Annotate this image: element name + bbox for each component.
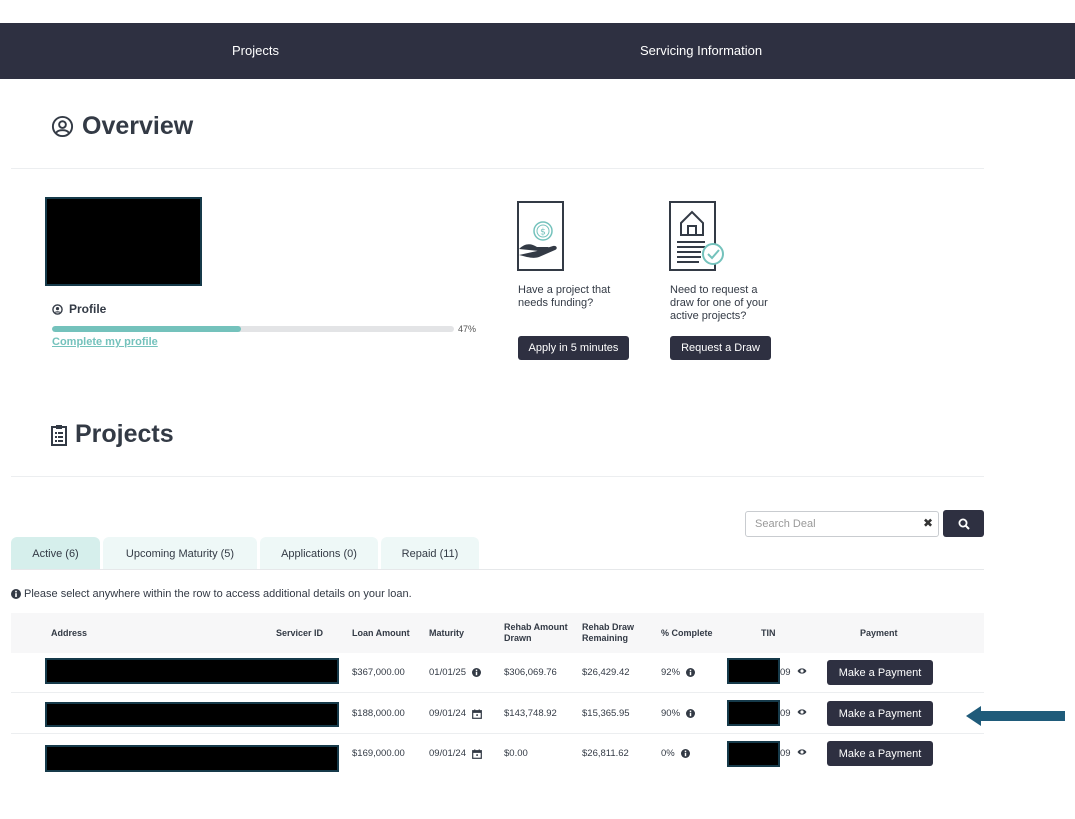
info-circle-icon: [11, 589, 21, 599]
project-tabs: Active (6) Upcoming Maturity (5) Applica…: [11, 537, 482, 570]
user-circle-icon: [52, 303, 63, 315]
rehab-drawn-cell: $306,069.76: [504, 667, 557, 678]
tin-tail: 09: [780, 748, 791, 759]
house-document-check-icon: [669, 201, 724, 271]
table-header: Address Servicer ID Loan Amount Maturity…: [11, 613, 984, 653]
overview-title: Overview: [82, 112, 194, 140]
info-icon[interactable]: [686, 709, 696, 718]
redacted-address: [45, 702, 339, 727]
nav-projects-link[interactable]: Projects: [232, 23, 279, 79]
maturity-cell: 01/01/25: [429, 667, 481, 678]
pct-complete-cell: 90%: [661, 708, 696, 719]
tin-tail: 09: [780, 667, 791, 678]
funding-card-text: Have a project that needs funding?: [518, 284, 611, 309]
maturity-cell: 09/01/24: [429, 748, 482, 759]
eye-icon[interactable]: [797, 667, 807, 675]
pct-complete-value: 92%: [661, 667, 681, 678]
tab-upcoming-maturity[interactable]: Upcoming Maturity (5): [103, 537, 257, 570]
loan-amount-cell: $188,000.00: [352, 708, 405, 719]
svg-text:$: $: [540, 228, 546, 238]
apply-button[interactable]: Apply in 5 minutes: [518, 336, 629, 360]
header-rehab-remaining: Rehab Draw Remaining: [582, 622, 635, 643]
loan-amount-cell: $169,000.00: [352, 748, 405, 759]
calendar-icon[interactable]: [472, 748, 482, 759]
rehab-remaining-cell: $26,811.62: [582, 748, 629, 759]
redacted-tin: [727, 700, 780, 726]
info-note: Please select anywhere within the row to…: [11, 588, 412, 600]
table-row[interactable]: $188,000.00 09/01/24 $143,748.92 $15,365…: [11, 694, 984, 734]
annotation-arrow-icon: [966, 706, 1065, 726]
projects-heading: Projects: [51, 420, 174, 449]
projects-title: Projects: [75, 420, 174, 448]
redacted-profile-image: [45, 197, 202, 286]
complete-profile-link[interactable]: Complete my profile: [52, 336, 158, 348]
eye-icon[interactable]: [797, 708, 807, 716]
rehab-drawn-cell: $0.00: [504, 748, 528, 759]
maturity-date: 09/01/24: [429, 708, 466, 719]
header-servicer-id: Servicer ID: [276, 628, 324, 638]
pct-complete-value: 0%: [661, 748, 675, 759]
pct-complete-cell: 92%: [661, 667, 696, 678]
header-address: Address: [51, 628, 88, 638]
redacted-address: [45, 745, 339, 772]
profile-progress-fill: [52, 326, 241, 332]
clear-search-icon[interactable]: ✖: [923, 516, 933, 530]
search-box: ✖: [745, 511, 939, 537]
maturity-date: 01/01/25: [429, 667, 466, 678]
make-payment-button[interactable]: Make a Payment: [827, 701, 933, 726]
rehab-remaining-cell: $15,365.95: [582, 708, 630, 719]
redacted-tin: [727, 741, 780, 767]
rehab-remaining-cell: $26,429.42: [582, 667, 630, 678]
maturity-date: 09/01/24: [429, 748, 466, 759]
nav-servicing-link[interactable]: Servicing Information: [640, 23, 762, 79]
top-nav: Projects Servicing Information: [0, 23, 1075, 79]
tab-active[interactable]: Active (6): [11, 537, 100, 570]
request-draw-button[interactable]: Request a Draw: [670, 336, 771, 360]
search-button[interactable]: [943, 510, 984, 537]
tin-tail: 09: [780, 708, 791, 719]
calendar-icon[interactable]: [472, 708, 482, 719]
header-pct-complete: % Complete: [661, 628, 713, 638]
hand-dollar-icon: $: [517, 201, 564, 271]
clipboard-list-icon: [51, 424, 67, 446]
search-deal-input[interactable]: [746, 512, 906, 536]
maturity-cell: 09/01/24: [429, 708, 482, 719]
header-loan-amount: Loan Amount: [352, 628, 410, 638]
search-icon: [958, 518, 970, 530]
header-tin: TIN: [761, 628, 776, 638]
tab-repaid[interactable]: Repaid (11): [381, 537, 479, 570]
redacted-tin: [727, 658, 780, 684]
overview-heading: Overview: [51, 112, 193, 141]
info-icon[interactable]: [680, 749, 690, 758]
header-payment: Payment: [860, 628, 898, 638]
info-icon[interactable]: [471, 668, 481, 677]
header-maturity: Maturity: [429, 628, 465, 638]
draw-card-text: Need to request a draw for one of your a…: [670, 284, 768, 322]
redacted-address: [45, 658, 339, 684]
overview-divider: [11, 168, 984, 169]
table-row[interactable]: $169,000.00 09/01/24 $0.00 $26,811.62 0%…: [11, 734, 984, 774]
profile-progress-bar: [52, 326, 454, 332]
tab-applications[interactable]: Applications (0): [260, 537, 378, 570]
tabs-underline: [11, 569, 984, 570]
info-note-text: Please select anywhere within the row to…: [24, 588, 412, 600]
loan-amount-cell: $367,000.00: [352, 667, 405, 678]
profile-label: Profile: [52, 302, 106, 316]
make-payment-button[interactable]: Make a Payment: [827, 741, 933, 766]
header-rehab-drawn: Rehab Amount Drawn: [504, 622, 568, 643]
eye-icon[interactable]: [797, 748, 807, 756]
profile-label-text: Profile: [69, 302, 107, 316]
profile-progress-percent: 47%: [458, 324, 477, 334]
user-circle-icon: [51, 115, 74, 138]
table-row[interactable]: $367,000.00 01/01/25 $306,069.76 $26,429…: [11, 653, 984, 693]
projects-divider: [11, 476, 984, 477]
rehab-drawn-cell: $143,748.92: [504, 708, 557, 719]
pct-complete-cell: 0%: [661, 748, 690, 759]
make-payment-button[interactable]: Make a Payment: [827, 660, 933, 685]
pct-complete-value: 90%: [661, 708, 681, 719]
info-icon[interactable]: [686, 668, 696, 677]
